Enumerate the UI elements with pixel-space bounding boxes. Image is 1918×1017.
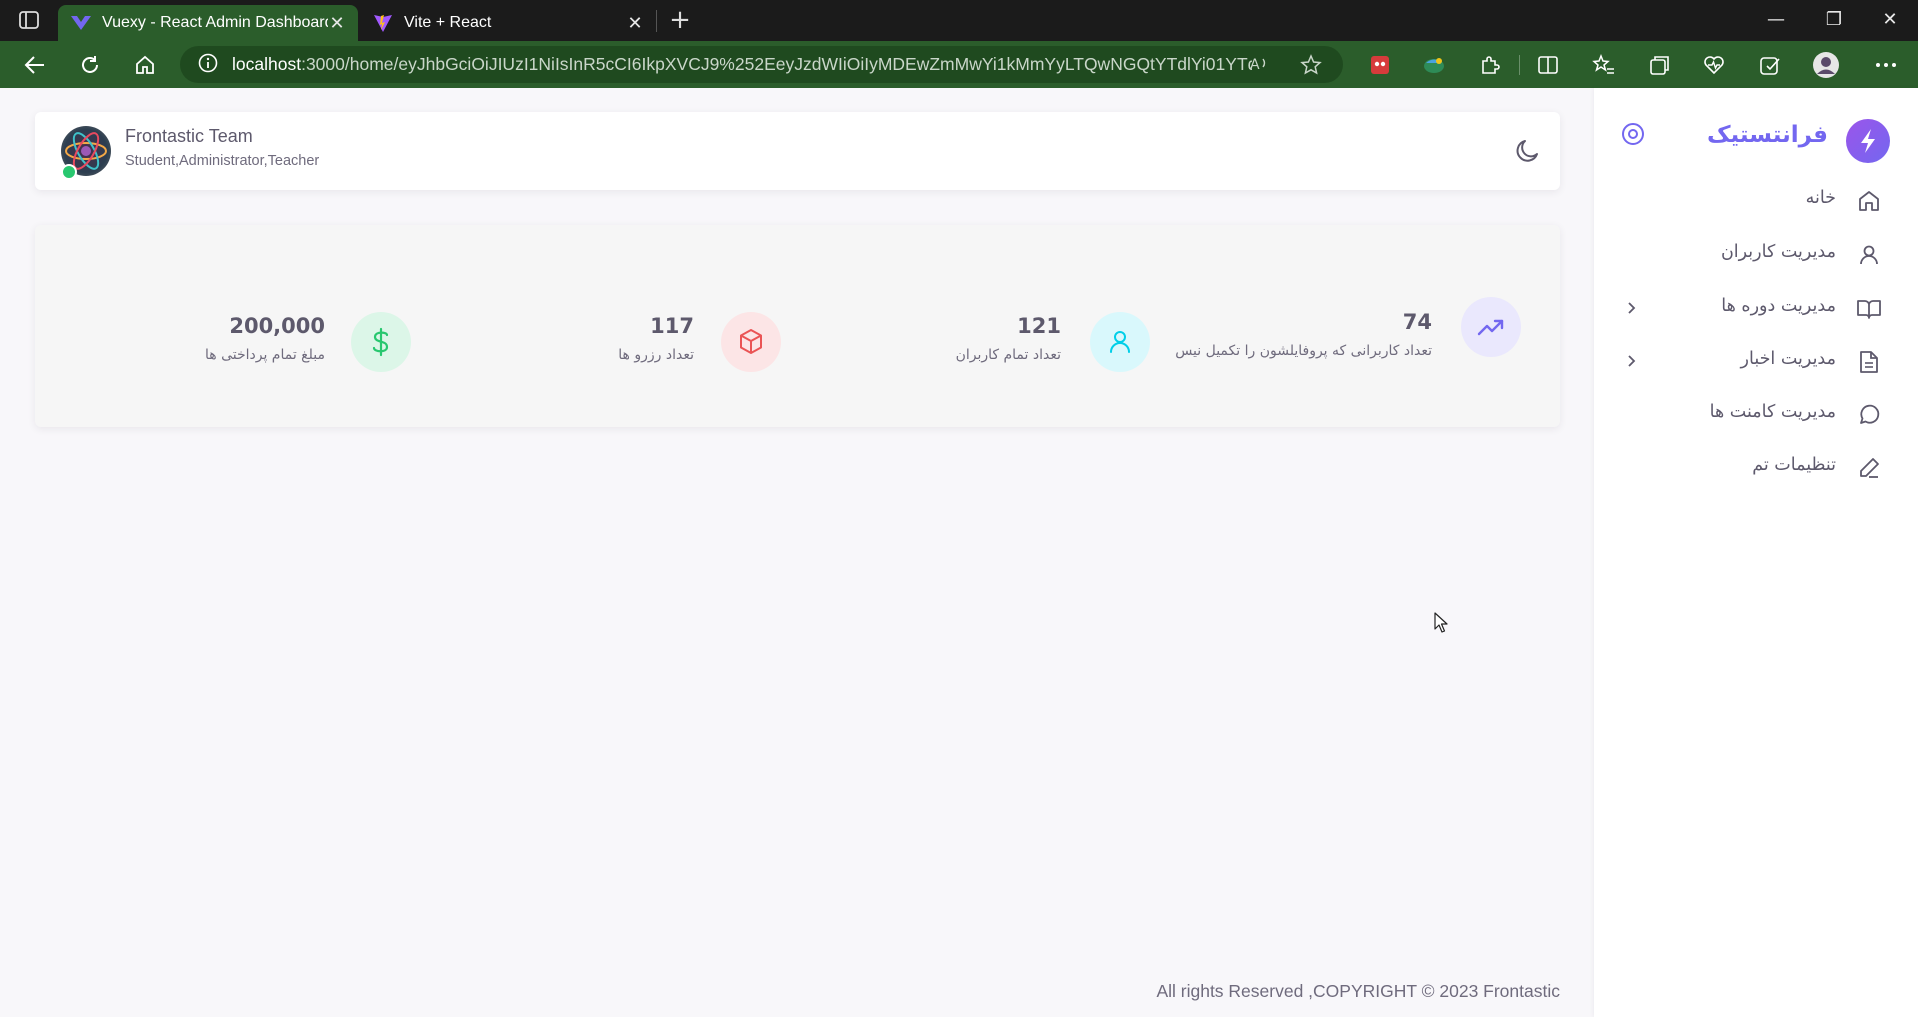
stat-value: 74 <box>1402 310 1432 334</box>
top-navbar: Frontastic Team Student,Administrator,Te… <box>35 112 1560 190</box>
brand-name[interactable]: فرانتستیک <box>1707 122 1828 148</box>
sidebar-collapse-icon[interactable] <box>1620 121 1646 147</box>
collections-icon[interactable] <box>1646 51 1674 79</box>
chevron-left-icon <box>1622 352 1640 370</box>
browser-tab-bar: Vuexy - React Admin Dashboard ✕ Vite + R… <box>0 0 1918 41</box>
copilot-icon[interactable] <box>1756 51 1784 79</box>
dashboard-page: Frontastic Team Student,Administrator,Te… <box>0 88 1918 1017</box>
edit-icon <box>1856 455 1882 481</box>
extensions-puzzle-icon[interactable] <box>1476 51 1504 79</box>
stat-label: تعداد رزرو ها <box>618 347 694 363</box>
brand-logo-icon[interactable] <box>1846 119 1890 163</box>
new-tab-icon[interactable]: + <box>666 7 694 34</box>
vite-logo-icon <box>372 12 394 34</box>
stat-label: تعداد تمام کاربران <box>955 347 1061 363</box>
sidebar-item-comments[interactable]: مدیریت کامنت ها <box>1594 392 1918 436</box>
sidebar-item-label: خانه <box>1805 188 1836 208</box>
vuexy-logo-icon <box>70 12 92 34</box>
stat-label: مبلغ تمام پرداختی ها <box>204 347 325 363</box>
mouse-cursor-icon <box>1434 612 1448 634</box>
restore-icon[interactable]: ❐ <box>1814 6 1854 34</box>
browser-toolbar: localhost:3000/home/eyJhbGciOiJIUzI1NiIs… <box>0 41 1918 88</box>
user-icon <box>1856 242 1882 268</box>
browser-essentials-icon[interactable] <box>1700 51 1728 79</box>
chevron-left-icon <box>1622 299 1640 317</box>
sidebar: فرانتستیک خانه مدیریت کاربران مدیریت دور… <box>1594 88 1918 1017</box>
box-icon <box>721 312 781 372</box>
close-tab-icon[interactable]: ✕ <box>328 13 346 33</box>
sidebar-item-label: مدیریت کامنت ها <box>1709 402 1836 422</box>
stat-value: 117 <box>650 314 694 338</box>
tab-actions-icon[interactable] <box>18 10 40 30</box>
sidebar-item-label: مدیریت کاربران <box>1720 242 1836 262</box>
extension-red-icon[interactable] <box>1366 51 1394 79</box>
sidebar-item-label: مدیریت اخبار <box>1740 349 1836 369</box>
user-icon <box>1090 312 1150 372</box>
home-icon[interactable] <box>130 50 160 80</box>
refresh-icon[interactable] <box>75 50 105 80</box>
url-text: localhost:3000/home/eyJhbGciOiJIUzI1NiIs… <box>232 54 1252 74</box>
extension-globe-icon[interactable] <box>1420 51 1448 79</box>
tab-divider <box>656 10 657 32</box>
back-icon[interactable] <box>20 50 50 80</box>
toolbar-divider <box>1519 55 1520 75</box>
split-screen-icon[interactable] <box>1534 51 1562 79</box>
file-text-icon <box>1856 349 1882 375</box>
dollar-icon <box>351 312 411 372</box>
footer-copyright: All rights Reserved ,COPYRIGHT © 2023 Fr… <box>1156 981 1560 1001</box>
sidebar-item-users[interactable]: مدیریت کاربران <box>1594 232 1918 276</box>
sidebar-item-label: تنظیمات تم <box>1752 455 1836 475</box>
browser-tab-vite[interactable]: Vite + React ✕ <box>360 5 656 41</box>
address-bar[interactable]: localhost:3000/home/eyJhbGciOiJIUzI1NiIs… <box>180 46 1343 83</box>
tab-title: Vite + React <box>404 14 492 31</box>
statistics-card: 74 تعداد کاربرانی که پروفایلشون را تکمیل… <box>35 225 1560 427</box>
stat-label: تعداد کاربرانی که پروفایلشون را تکمیل نی… <box>1175 343 1432 359</box>
sidebar-item-theme-settings[interactable]: تنظیمات تم <box>1594 445 1918 489</box>
trending-up-icon <box>1461 297 1521 357</box>
message-circle-icon <box>1856 402 1882 428</box>
browser-tab-vuexy[interactable]: Vuexy - React Admin Dashboard ✕ <box>58 5 358 41</box>
minimize-icon[interactable]: — <box>1756 6 1796 34</box>
user-roles: Student,Administrator,Teacher <box>125 153 320 169</box>
close-tab-icon[interactable]: ✕ <box>626 13 644 33</box>
stat-value: 200,000 <box>229 314 325 338</box>
svg-text:A: A <box>1250 57 1260 73</box>
favorite-star-icon[interactable] <box>1300 54 1322 80</box>
favorites-icon[interactable] <box>1590 51 1618 79</box>
site-info-icon[interactable] <box>198 53 218 77</box>
sidebar-item-news[interactable]: مدیریت اخبار <box>1594 339 1918 383</box>
home-icon <box>1856 188 1882 214</box>
sidebar-item-courses[interactable]: مدیریت دوره ها <box>1594 286 1918 330</box>
stat-value: 121 <box>1017 314 1061 338</box>
tab-title: Vuexy - React Admin Dashboard <box>102 14 328 31</box>
profile-avatar-icon[interactable] <box>1812 51 1840 79</box>
read-aloud-icon[interactable]: A <box>1250 54 1272 78</box>
user-name: Frontastic Team <box>125 126 253 146</box>
more-options-icon[interactable] <box>1872 51 1900 79</box>
moon-icon[interactable] <box>1513 136 1543 166</box>
online-status-dot <box>61 164 77 180</box>
close-window-icon[interactable]: ✕ <box>1870 6 1910 34</box>
sidebar-item-home[interactable]: خانه <box>1594 178 1918 222</box>
sidebar-item-label: مدیریت دوره ها <box>1721 296 1836 316</box>
book-icon <box>1856 296 1882 322</box>
